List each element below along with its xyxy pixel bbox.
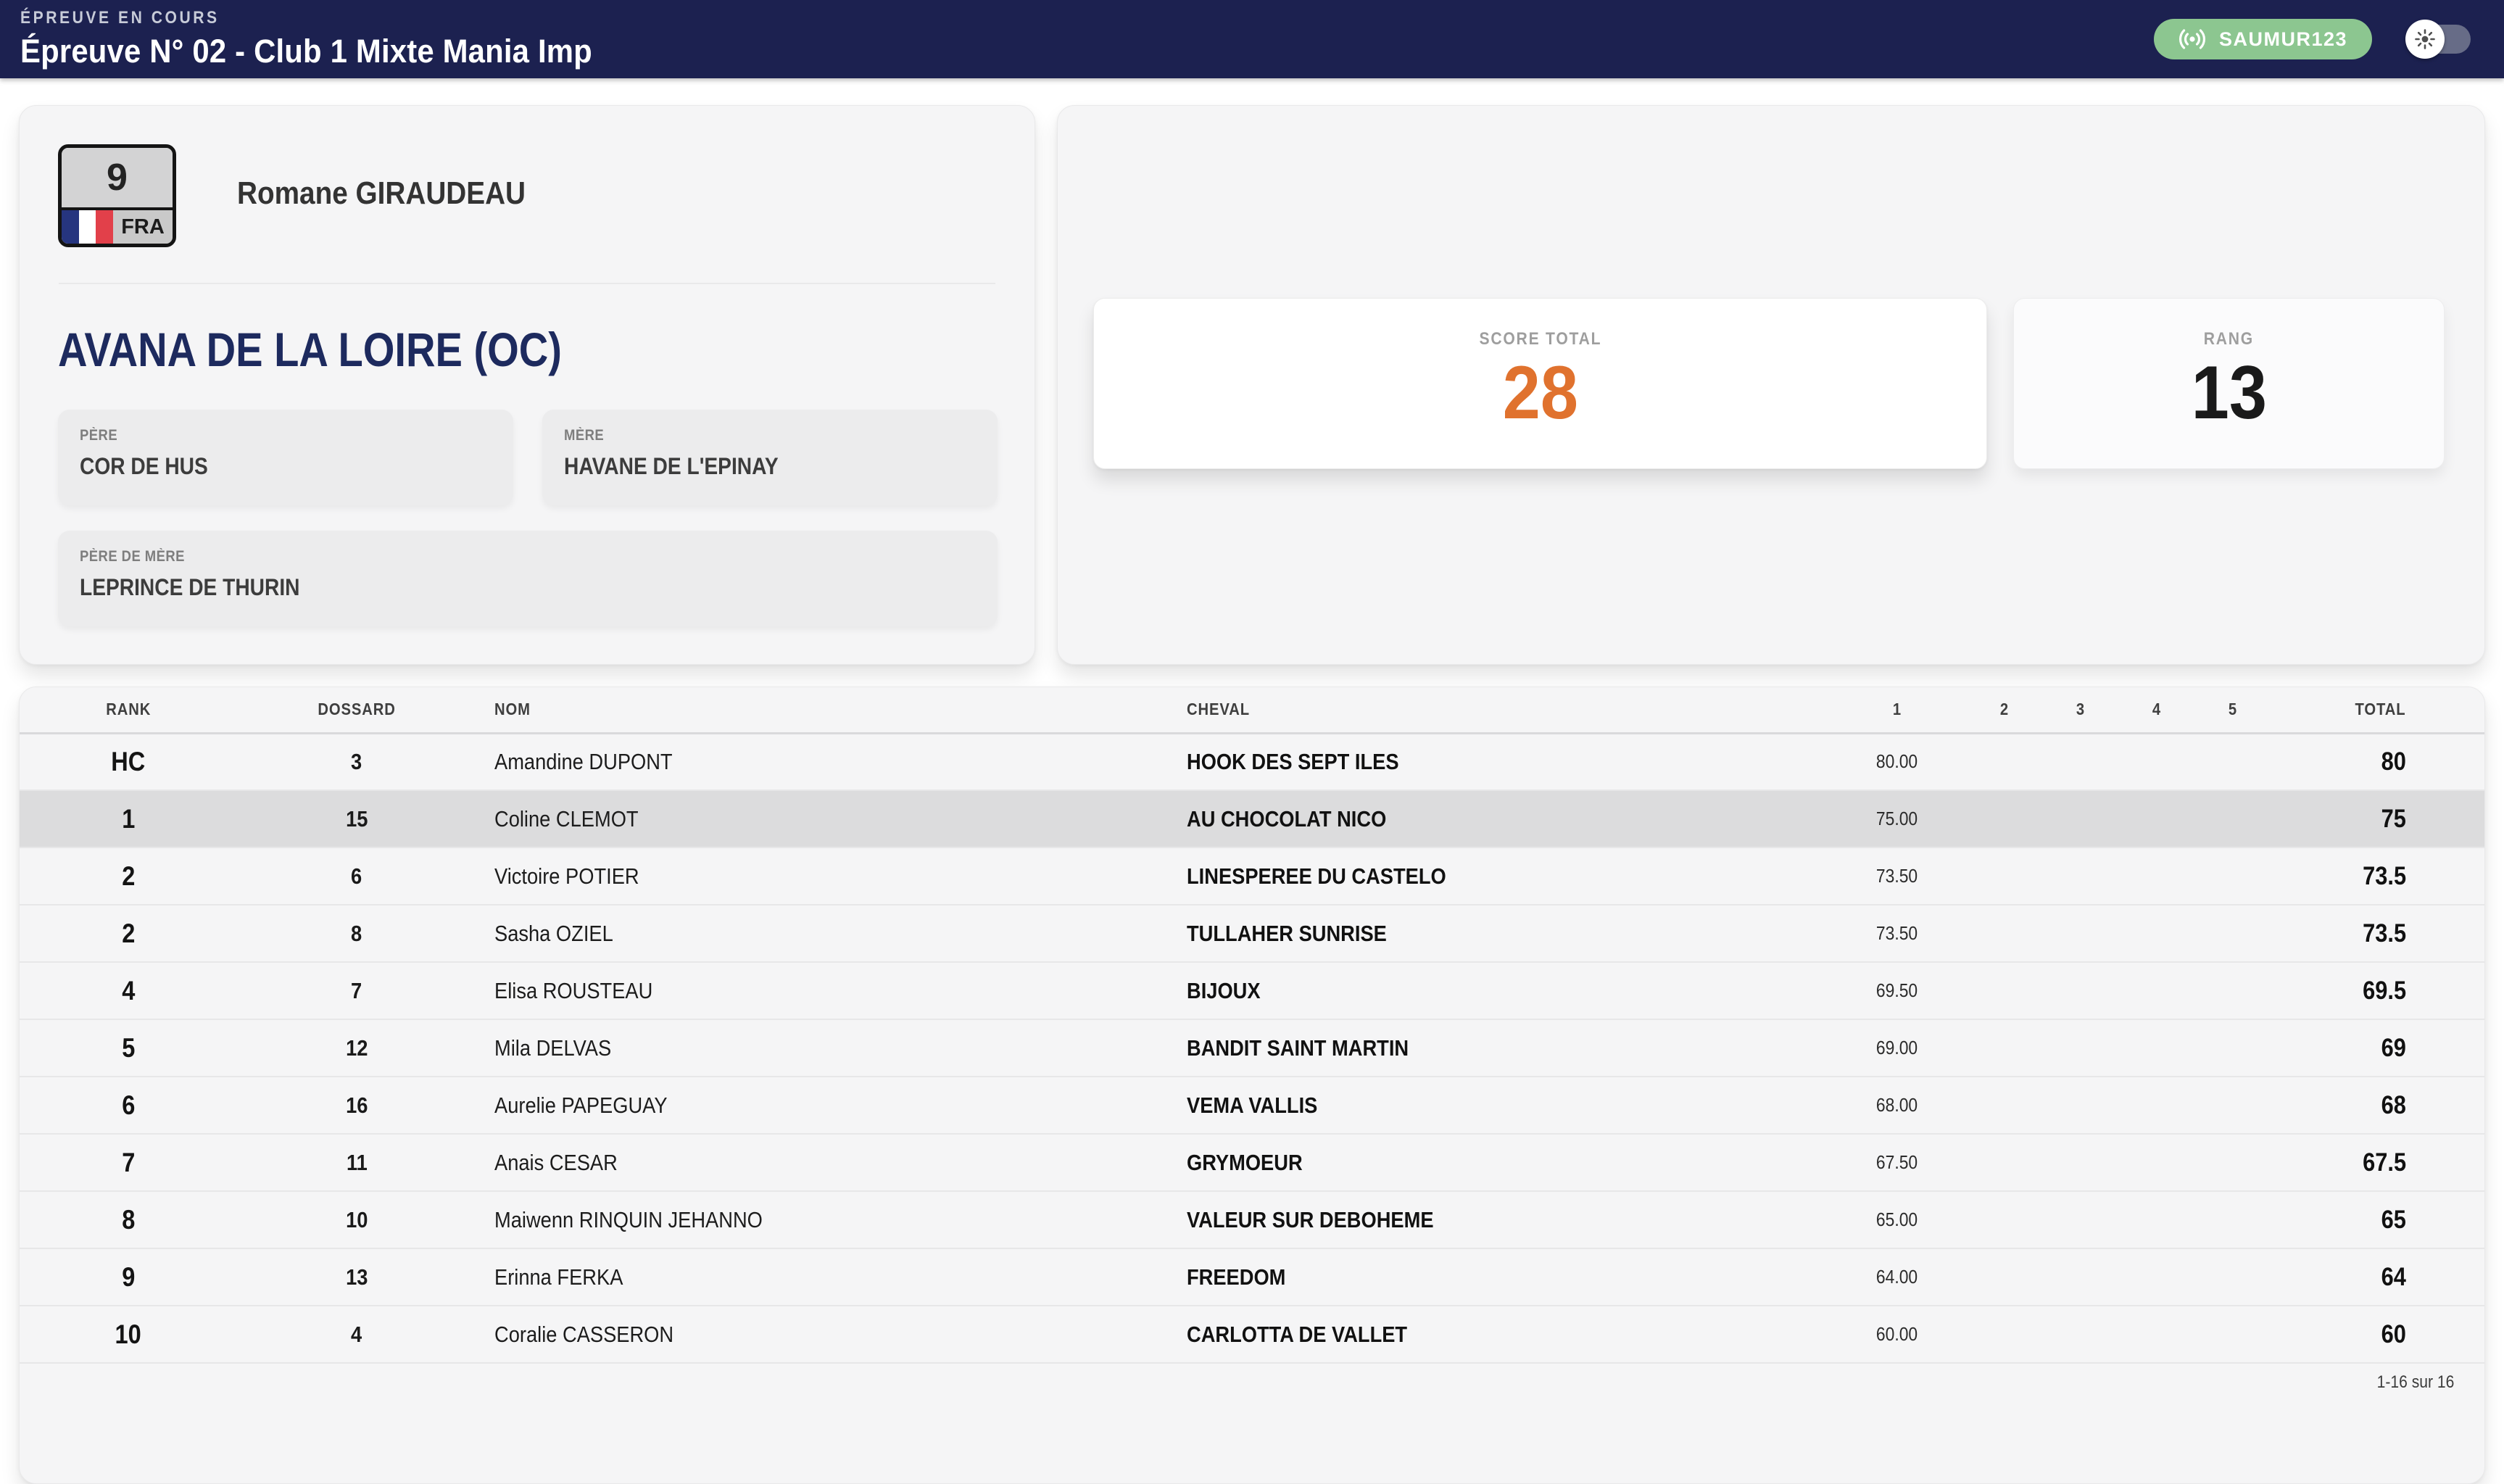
table-row[interactable]: 8 10 Maiwenn RINQUIN JEHANNO VALEUR SUR … (20, 1191, 2485, 1248)
event-heading: ÉPREUVE EN COURS Épreuve N° 02 - Club 1 … (20, 8, 635, 70)
event-title: Épreuve N° 02 - Club 1 Mixte Mania Imp (20, 33, 635, 70)
theme-toggle[interactable] (2410, 25, 2471, 54)
score-total-value: 28 (1094, 354, 1986, 433)
col-score-3: 3 (2042, 687, 2118, 733)
sire-value: COR DE HUS (80, 453, 492, 480)
results-table-card: RANK DOSSARD NOM CHEVAL 1 2 3 4 5 TOTAL … (19, 687, 2485, 1484)
broadcast-icon (2178, 25, 2206, 53)
table-row[interactable]: 7 11 Anais CESAR GRYMOEUR 67.50 67.5 (20, 1134, 2485, 1191)
rank-label: RANG (2014, 329, 2444, 349)
sire-label: PÈRE (80, 427, 492, 444)
col-score-1: 1 (1828, 687, 1966, 733)
table-row[interactable]: 6 16 Aurelie PAPEGUAY VEMA VALLIS 68.00 … (20, 1077, 2485, 1134)
horse-name: AVANA DE LA LOIRE (OC) (58, 322, 651, 377)
col-rank: RANK (20, 687, 237, 733)
top-bar: ÉPREUVE EN COURS Épreuve N° 02 - Club 1 … (0, 0, 2504, 78)
table-row[interactable]: 2 6 Victoire POTIER LINESPEREE DU CASTEL… (20, 847, 2485, 905)
card-divider (59, 283, 995, 284)
arena-live-badge-label: SAUMUR123 (2219, 28, 2347, 51)
top-bar-controls: SAUMUR123 (2154, 19, 2471, 59)
table-row[interactable]: 2 8 Sasha OZIEL TULLAHER SUNRISE 73.50 7… (20, 905, 2485, 962)
col-total: TOTAL (2271, 687, 2485, 733)
table-row[interactable]: 9 13 Erinna FERKA FREEDOM 64.00 64 (20, 1248, 2485, 1306)
score-total-label: SCORE TOTAL (1094, 329, 1986, 349)
pedigree-section: PÈRE COR DE HUS MÈRE HAVANE DE L'EPINAY … (58, 410, 998, 626)
rider-card: 9 FRA Romane GIRAUDEAU AVANA DE LA LOIRE… (19, 105, 1035, 665)
bib-plate: 9 FRA (58, 144, 176, 247)
event-status-label: ÉPREUVE EN COURS (20, 8, 635, 28)
col-dossard: DOSSARD (237, 687, 476, 733)
arena-live-badge[interactable]: SAUMUR123 (2154, 19, 2372, 59)
dam-label: MÈRE (564, 427, 976, 444)
pagination-label: 1-16 sur 16 (20, 1364, 2484, 1393)
results-table-body: HC 3 Amandine DUPONT HOOK DES SEPT ILES … (20, 733, 2485, 1363)
col-nom: NOM (476, 687, 1169, 733)
country-code: FRA (113, 210, 173, 244)
table-row[interactable]: HC 3 Amandine DUPONT HOOK DES SEPT ILES … (20, 733, 2485, 790)
france-flag (62, 210, 113, 244)
table-row[interactable]: 1 15 Coline CLEMOT AU CHOCOLAT NICO 75.0… (20, 790, 2485, 847)
bib-number: 9 (62, 148, 173, 210)
sire-box: PÈRE COR DE HUS (58, 410, 513, 505)
col-score-2: 2 (1966, 687, 2042, 733)
theme-toggle-thumb (2405, 20, 2445, 59)
col-score-5: 5 (2194, 687, 2271, 733)
bib-country: FRA (62, 210, 173, 244)
damsire-box: PÈRE DE MÈRE LEPRINCE DE THURIN (58, 531, 998, 626)
col-cheval: CHEVAL (1169, 687, 1828, 733)
dam-box: MÈRE HAVANE DE L'EPINAY (542, 410, 998, 505)
rider-name: Romane GIRAUDEAU (237, 175, 565, 212)
results-table-header: RANK DOSSARD NOM CHEVAL 1 2 3 4 5 TOTAL (20, 687, 2485, 733)
dam-value: HAVANE DE L'EPINAY (564, 453, 976, 480)
damsire-value: LEPRINCE DE THURIN (80, 574, 976, 601)
damsire-label: PÈRE DE MÈRE (80, 548, 976, 565)
results-table: RANK DOSSARD NOM CHEVAL 1 2 3 4 5 TOTAL … (20, 687, 2485, 1364)
rank-card: RANG 13 (2013, 298, 2445, 469)
sun-icon (2413, 28, 2437, 51)
table-row[interactable]: 5 12 Mila DELVAS BANDIT SAINT MARTIN 69.… (20, 1019, 2485, 1077)
rank-value: 13 (2014, 354, 2444, 433)
table-row[interactable]: 4 7 Elisa ROUSTEAU BIJOUX 69.50 69.5 (20, 962, 2485, 1019)
score-panel: SCORE TOTAL 28 RANG 13 (1057, 105, 2485, 665)
table-row[interactable]: 10 4 Coralie CASSERON CARLOTTA DE VALLET… (20, 1306, 2485, 1363)
col-score-4: 4 (2118, 687, 2194, 733)
score-total-card: SCORE TOTAL 28 (1093, 298, 1987, 469)
